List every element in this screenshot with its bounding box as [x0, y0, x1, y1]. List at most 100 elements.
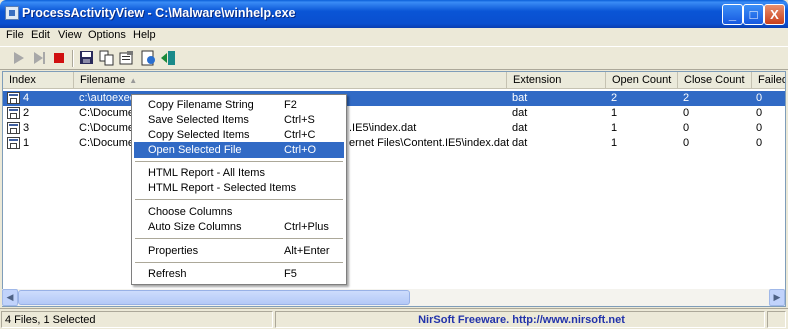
cell-filename: C:\Documen: [79, 107, 139, 119]
file-icon: [7, 137, 20, 149]
menu-item-choose-columns[interactable]: Choose Columns: [134, 204, 344, 220]
menu-item-label: Choose Columns: [148, 206, 233, 218]
menu-item-html-report-selected[interactable]: HTML Report - Selected Items: [134, 180, 344, 196]
file-icon: [7, 92, 20, 104]
menu-item-html-report-all[interactable]: HTML Report - All Items: [134, 165, 344, 181]
list-header: Index Filename ▲ Extension Open Count Clo…: [3, 72, 785, 89]
menu-bar: File Edit View Options Help: [0, 28, 788, 45]
menu-separator: [135, 199, 343, 200]
menu-item-label: HTML Report - Selected Items: [148, 182, 297, 194]
app-icon[interactable]: [5, 6, 19, 20]
cell-open-count: 1: [611, 137, 618, 149]
table-row[interactable]: 4 c:\autoexec bat 2 2 0: [3, 91, 785, 106]
menu-item-shortcut: Ctrl+O: [284, 144, 317, 156]
html-report-icon[interactable]: [140, 50, 158, 66]
cell-index: 2: [23, 107, 30, 119]
column-header-filename[interactable]: Filename ▲: [74, 72, 507, 89]
play-step-icon[interactable]: [30, 50, 48, 66]
menu-item-label: Save Selected Items: [148, 114, 249, 126]
cell-open-count: 1: [611, 107, 618, 119]
cell-failed: 0: [756, 137, 763, 149]
table-row[interactable]: 2 C:\Documen dat 1 0 0: [3, 106, 785, 121]
properties-icon[interactable]: [118, 50, 136, 66]
column-header-open-count[interactable]: Open Count: [606, 72, 678, 89]
cell-open-count: 2: [611, 92, 618, 104]
menu-item-shortcut: Ctrl+C: [284, 129, 316, 141]
menu-item-properties[interactable]: Properties Alt+Enter: [134, 243, 344, 259]
menu-item-refresh[interactable]: Refresh F5: [134, 266, 344, 282]
column-header-close-count[interactable]: Close Count: [678, 72, 752, 89]
cell-close-count: 0: [683, 137, 690, 149]
stop-icon[interactable]: [50, 50, 68, 66]
menu-separator: [135, 262, 343, 263]
cell-index: 3: [23, 122, 30, 134]
menu-item-label: Refresh: [148, 268, 187, 280]
cell-failed: 0: [756, 107, 763, 119]
scroll-left-arrow-icon[interactable]: ◀: [2, 289, 18, 306]
menu-separator: [135, 238, 343, 239]
cell-extension: dat: [512, 107, 528, 119]
cell-extension: bat: [512, 92, 528, 104]
scroll-right-arrow-icon[interactable]: ▶: [769, 289, 785, 306]
copy-icon[interactable]: [98, 50, 116, 66]
menu-item-copy-filename[interactable]: Copy Filename String F2: [134, 97, 344, 113]
menu-item-open-selected-file[interactable]: Open Selected File Ctrl+O: [134, 142, 344, 158]
file-list[interactable]: Index Filename ▲ Extension Open Count Clo…: [2, 71, 786, 307]
cell-open-count: 1: [611, 122, 618, 134]
status-link[interactable]: NirSoft Freeware. http://www.nirsoft.net: [275, 311, 765, 328]
table-row[interactable]: 1 C:\Documen ernet Files\Content.IE5\ind…: [3, 136, 785, 151]
toolbar: [0, 46, 788, 70]
column-header-filename-label: Filename: [80, 74, 126, 86]
menu-item-label: Open Selected File: [148, 144, 242, 156]
save-icon[interactable]: [78, 50, 96, 66]
file-icon: [7, 107, 20, 119]
cell-close-count: 2: [683, 92, 690, 104]
play-icon[interactable]: [10, 50, 28, 66]
cell-close-count: 0: [683, 107, 690, 119]
horizontal-scrollbar[interactable]: ◀ ▶: [2, 289, 785, 306]
cell-extension: dat: [512, 122, 528, 134]
exit-icon[interactable]: [160, 50, 178, 66]
menu-separator: [135, 161, 343, 162]
file-icon: [7, 122, 20, 134]
menu-help[interactable]: Help: [131, 29, 158, 41]
cell-filename-tail: .IE5\index.dat: [349, 122, 417, 134]
maximize-button[interactable]: □: [743, 4, 764, 25]
cell-filename: c:\autoexec: [79, 92, 136, 104]
menu-item-label: Copy Filename String: [148, 99, 254, 111]
menu-view[interactable]: View: [56, 29, 84, 41]
cell-index: 1: [23, 137, 30, 149]
menu-item-label: Auto Size Columns: [148, 221, 242, 233]
context-menu: Copy Filename String F2 Save Selected It…: [131, 94, 347, 285]
column-header-extension[interactable]: Extension: [507, 72, 606, 89]
menu-item-copy-selected[interactable]: Copy Selected Items Ctrl+C: [134, 127, 344, 143]
menu-item-shortcut: Ctrl+Plus: [284, 221, 329, 233]
cell-filename: C:\Documen: [79, 137, 139, 149]
close-button[interactable]: X: [764, 4, 785, 25]
scroll-thumb[interactable]: [18, 290, 410, 305]
menu-item-shortcut: F5: [284, 268, 297, 280]
menu-edit[interactable]: Edit: [29, 29, 52, 41]
status-bar: 4 Files, 1 Selected NirSoft Freeware. ht…: [0, 308, 788, 329]
menu-item-save-selected[interactable]: Save Selected Items Ctrl+S: [134, 112, 344, 128]
cell-extension: dat: [512, 137, 528, 149]
table-row[interactable]: 3 C:\Documen .IE5\index.dat dat 1 0 0: [3, 121, 785, 136]
cell-close-count: 0: [683, 122, 690, 134]
size-grip-icon[interactable]: [767, 311, 786, 328]
minimize-button[interactable]: _: [722, 4, 743, 25]
column-header-failed[interactable]: Failed: [752, 72, 785, 89]
menu-item-shortcut: Alt+Enter: [284, 245, 330, 257]
column-header-index[interactable]: Index: [3, 72, 74, 89]
menu-item-label: HTML Report - All Items: [148, 167, 265, 179]
sort-arrow-icon: ▲: [129, 76, 138, 85]
menu-item-auto-size-columns[interactable]: Auto Size Columns Ctrl+Plus: [134, 219, 344, 235]
menu-options[interactable]: Options: [86, 29, 128, 41]
menu-item-label: Copy Selected Items: [148, 129, 250, 141]
window-title: ProcessActivityView - C:\Malware\winhelp…: [22, 6, 296, 20]
menu-item-shortcut: F2: [284, 99, 297, 111]
menu-item-shortcut: Ctrl+S: [284, 114, 315, 126]
cell-filename-tail: ernet Files\Content.IE5\index.dat: [349, 137, 509, 149]
menu-file[interactable]: File: [4, 29, 26, 41]
title-bar[interactable]: ProcessActivityView - C:\Malware\winhelp…: [0, 0, 788, 28]
menu-item-label: Properties: [148, 245, 199, 257]
